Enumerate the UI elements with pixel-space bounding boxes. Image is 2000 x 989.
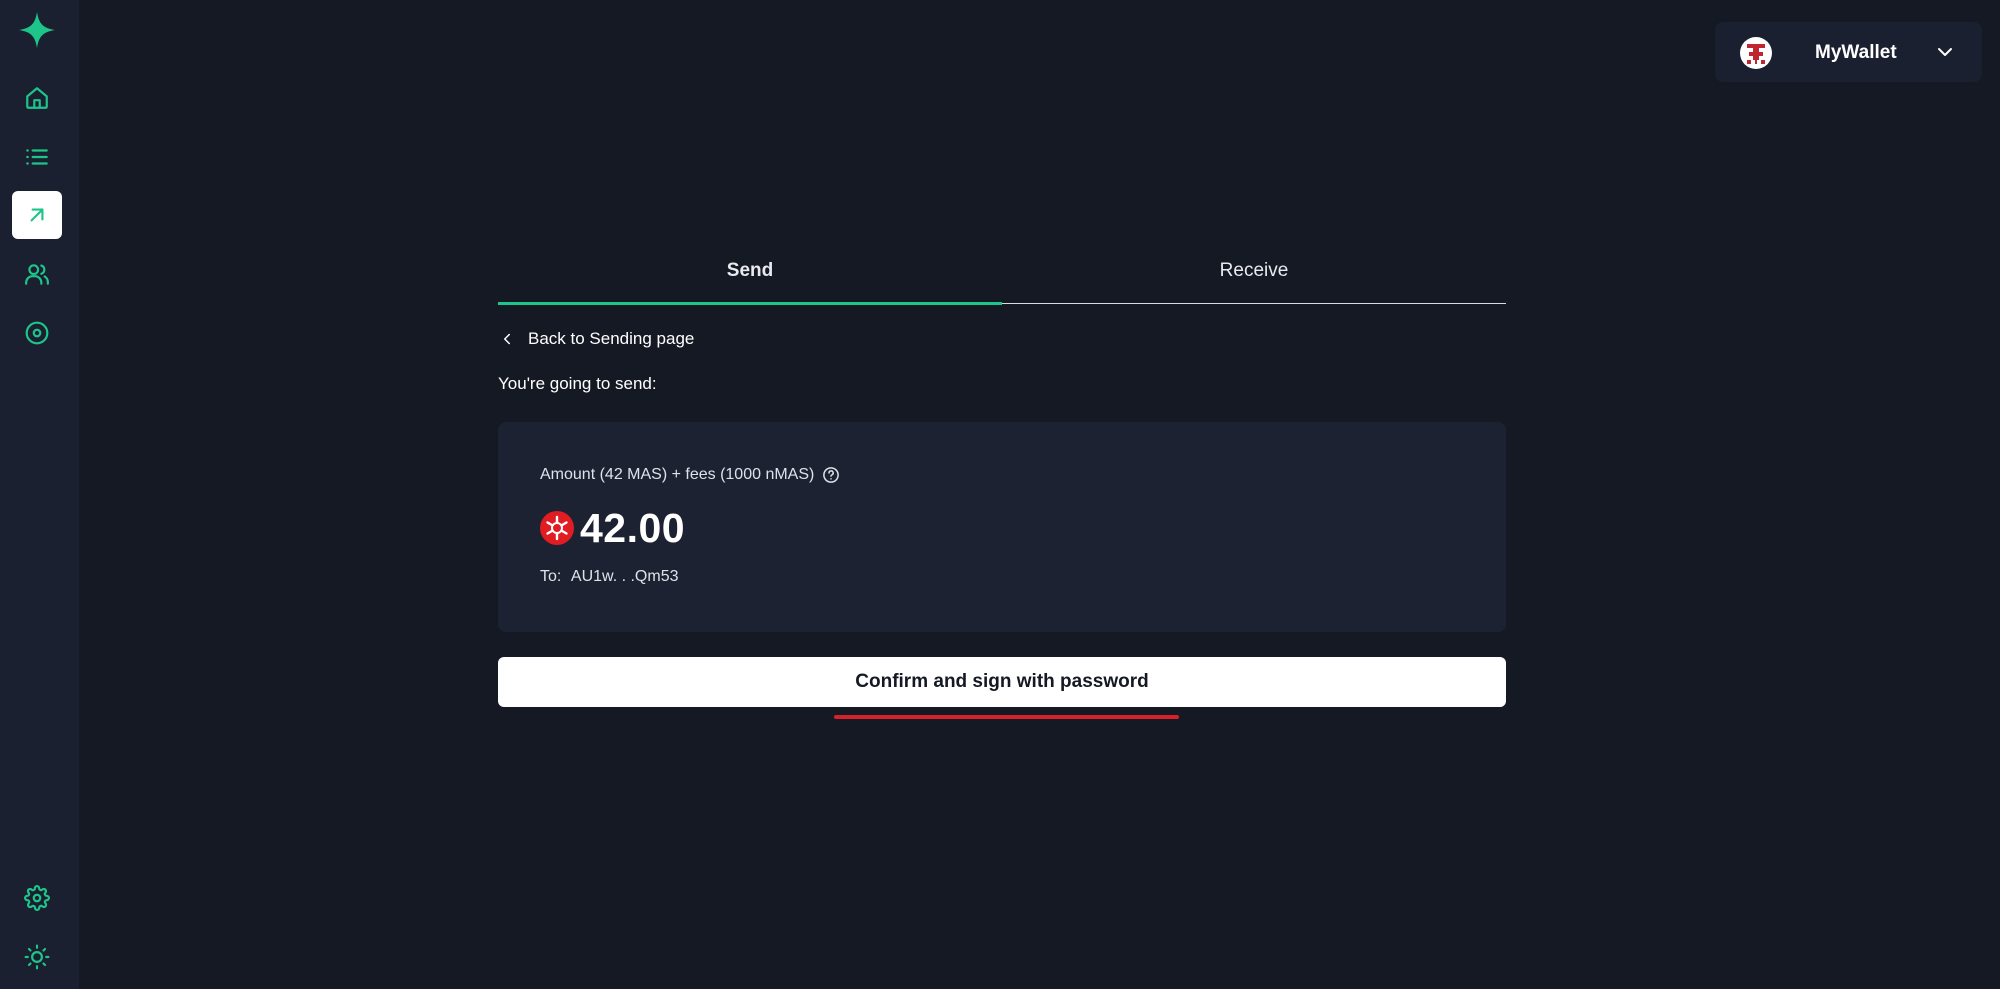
recipient-row: To: AU1w. . .Qm53 [540, 568, 685, 586]
amount-row: 42.00 [540, 502, 685, 554]
tab-receive[interactable]: Receive [1002, 260, 1506, 305]
sparkle-logo-icon [17, 10, 57, 50]
sidebar-item-assets[interactable] [12, 309, 62, 357]
recipient-address: AU1w. . .Qm53 [570, 568, 679, 585]
chevron-left-icon [504, 333, 510, 345]
send-receive-tabs: Send Receive [498, 260, 1506, 305]
gear-icon [24, 885, 50, 911]
amount-value: 42.00 [580, 504, 686, 551]
back-link-label: Back to Sending page [528, 329, 695, 348]
confirm-sign-button[interactable]: Confirm and sign with password [498, 657, 1506, 707]
home-icon [26, 87, 48, 109]
tab-send[interactable]: Send [498, 260, 1002, 305]
arrow-up-right-icon [30, 208, 44, 222]
wallet-name: MyWallet [1815, 42, 1897, 63]
sidebar-item-transactions[interactable] [12, 133, 62, 181]
mas-token-icon [540, 511, 574, 545]
sidebar-item-send-receive[interactable] [12, 191, 62, 239]
sidebar [0, 0, 79, 989]
to-label: To: [540, 568, 562, 585]
tab-active-indicator [498, 302, 1002, 305]
help-icon[interactable] [822, 466, 840, 484]
sidebar-item-contacts[interactable] [12, 250, 62, 298]
sidebar-item-theme[interactable] [12, 933, 62, 981]
back-to-sending-link[interactable]: Back to Sending page [498, 326, 694, 352]
sun-icon [24, 944, 50, 970]
send-summary-card: Amount (42 MAS) + fees (1000 nMAS) 42.00… [498, 422, 1506, 632]
list-icon [26, 149, 48, 165]
target-icon [25, 321, 49, 345]
wallet-selector[interactable]: MyWallet [1715, 22, 1982, 82]
intro-text: You're going to send: [498, 374, 657, 393]
tab-divider [1002, 303, 1506, 304]
chevron-down-icon [1938, 48, 1952, 56]
pixel-avatar-icon [1740, 37, 1772, 69]
amount-label-row: Amount (42 MAS) + fees (1000 nMAS) [540, 466, 840, 484]
amount-label: Amount (42 MAS) + fees (1000 nMAS) [540, 466, 815, 483]
highlight-underline [834, 715, 1179, 719]
sidebar-item-home[interactable] [12, 74, 62, 122]
users-icon [25, 264, 49, 285]
sidebar-item-settings[interactable] [12, 874, 62, 922]
